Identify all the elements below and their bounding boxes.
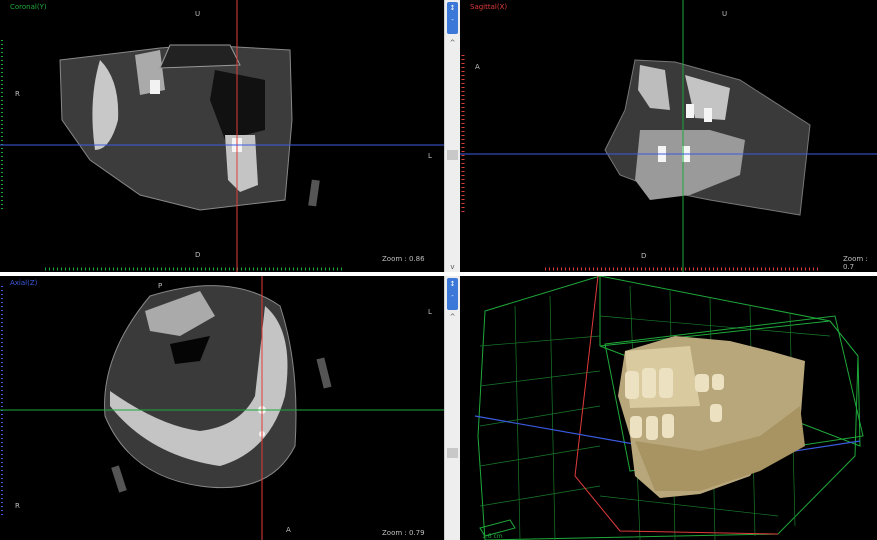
axial-orient-left: R bbox=[15, 502, 20, 510]
volume-render-image bbox=[474, 276, 864, 540]
sagittal-orient-bottom: D bbox=[641, 252, 647, 260]
coronal-view[interactable]: Coronal(Y) U R L D Zoom : 0.86 bbox=[0, 0, 444, 272]
axial-orient-top: P bbox=[158, 282, 163, 290]
coronal-orient-right: L bbox=[428, 152, 432, 160]
coronal-zoom-label: Zoom : 0.86 bbox=[382, 255, 425, 263]
sync-icon: ↕ bbox=[449, 4, 456, 12]
axial-orient-right: L bbox=[428, 308, 432, 316]
sagittal-title: Sagittal(X) bbox=[470, 3, 508, 11]
axial-zoom-label: Zoom : 0.79 bbox=[382, 529, 425, 537]
scroll-thumb[interactable] bbox=[447, 448, 458, 458]
coronal-scrollbar[interactable]: ↕ - ^ v bbox=[444, 0, 460, 272]
coronal-orient-bottom: D bbox=[195, 251, 201, 259]
scroll-thumb[interactable] bbox=[447, 150, 458, 160]
sagittal-view[interactable]: Sagittal(X) U A D Zoom : 0.7 bbox=[460, 0, 877, 272]
volume-3d-view[interactable]: 1.6 cm bbox=[460, 276, 877, 540]
coronal-orient-top: U bbox=[195, 10, 201, 18]
coronal-image bbox=[0, 0, 444, 272]
sagittal-zoom-label: Zoom : 0.7 bbox=[843, 255, 868, 271]
axial-view[interactable]: Axial(Z) P L R A Zoom : 0.79 bbox=[0, 276, 444, 540]
axial-sync-button[interactable]: ↕ - bbox=[447, 278, 458, 310]
scale-bar-label: 1.6 cm bbox=[482, 533, 503, 540]
axial-title: Axial(Z) bbox=[10, 279, 38, 287]
axial-scrollbar[interactable]: ↕ - ^ bbox=[444, 276, 460, 540]
scroll-down-arrow[interactable]: v bbox=[445, 262, 460, 272]
scroll-up-arrow[interactable]: ^ bbox=[445, 38, 460, 48]
sagittal-orient-top: U bbox=[722, 10, 728, 18]
coronal-sync-button[interactable]: ↕ - bbox=[447, 2, 458, 34]
coronal-orient-left: R bbox=[15, 90, 20, 98]
sync-icon: ↕ bbox=[449, 280, 456, 288]
coronal-title: Coronal(Y) bbox=[10, 3, 47, 11]
scroll-up-arrow[interactable]: ^ bbox=[445, 312, 460, 322]
sagittal-orient-left: A bbox=[475, 63, 480, 71]
axial-orient-bottom: A bbox=[286, 526, 291, 534]
collapse-icon: - bbox=[451, 292, 454, 300]
axial-image bbox=[0, 276, 444, 540]
collapse-icon: - bbox=[451, 16, 454, 24]
sagittal-image bbox=[460, 0, 877, 272]
